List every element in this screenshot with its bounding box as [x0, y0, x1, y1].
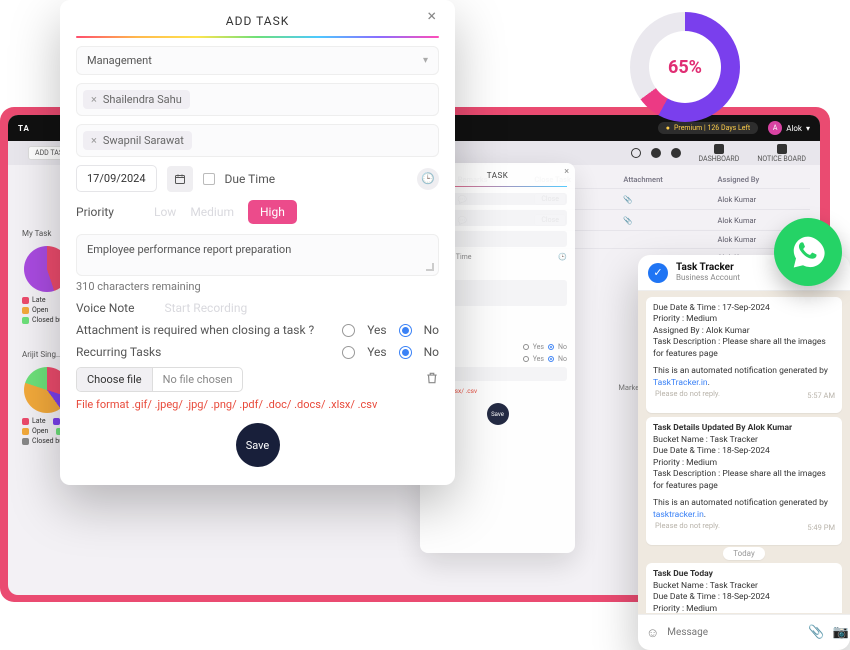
divider-rainbow	[76, 36, 439, 38]
remove-chip-icon[interactable]: ×	[91, 134, 97, 147]
category-select[interactable]: Management ▾	[76, 46, 439, 75]
briefcase-icon	[777, 144, 787, 154]
attach-no-radio[interactable]	[399, 324, 412, 337]
chevron-down-icon: ▾	[423, 55, 428, 66]
wa-contact-name: Task Tracker	[676, 263, 740, 273]
user-menu[interactable]: A Alok ▾	[768, 121, 810, 135]
due-time-label: Due Time	[225, 172, 276, 186]
close-icon[interactable]: ×	[564, 167, 569, 177]
close-icon[interactable]: ×	[427, 6, 437, 25]
grid-icon	[714, 144, 724, 154]
verified-badge-icon: ✓	[648, 263, 668, 283]
modal-title: ADD TASK ×	[76, 10, 439, 36]
user-name: Alok	[786, 124, 802, 133]
chevron-down-icon: ▾	[806, 124, 810, 133]
whatsapp-logo-icon	[774, 218, 842, 286]
assignee-chip[interactable]: ×Shailendra Sahu	[83, 90, 190, 109]
video-icon[interactable]	[671, 148, 681, 158]
camera-icon[interactable]: 📷	[832, 625, 848, 640]
clock-icon[interactable]: 🕒	[417, 168, 439, 190]
date-input[interactable]: 17/09/2024	[76, 165, 157, 192]
wa-message: Task Due Today Bucket Name : Task Tracke…	[646, 563, 842, 613]
priority-high[interactable]: High	[248, 200, 297, 224]
description-textarea[interactable]: Employee performance report preparation	[76, 234, 439, 276]
tab-dashboard[interactable]: DASHBOARD	[699, 144, 740, 163]
calendar-icon[interactable]	[167, 166, 193, 192]
voice-record-button[interactable]: Start Recording	[164, 301, 247, 315]
file-name-label: No file chosen	[153, 368, 243, 391]
wa-date-separator: Today	[646, 549, 842, 559]
eye-icon[interactable]	[631, 148, 641, 158]
premium-pill[interactable]: ●Premium | 126 Days Left	[658, 122, 758, 134]
priority-medium[interactable]: Medium	[190, 201, 234, 223]
attach-icon[interactable]: 📎	[617, 189, 711, 210]
toolbar-icons	[631, 148, 681, 158]
gauge-value: 65%	[649, 31, 721, 103]
save-button[interactable]: Save	[236, 423, 280, 467]
tab-notice-board[interactable]: NOTICE BOARD	[757, 144, 806, 163]
avatar: A	[768, 121, 782, 135]
whatsapp-panel: ✓ Task Tracker Business Account Due Date…	[638, 255, 850, 650]
bell-icon[interactable]	[651, 148, 661, 158]
file-input[interactable]: Choose file No file chosen	[76, 367, 243, 392]
whatsapp-messages[interactable]: Due Date & Time : 17-Sep-2024 Priority :…	[638, 291, 850, 613]
wa-message-input[interactable]	[667, 627, 800, 638]
wa-contact-subtitle: Business Account	[676, 273, 740, 282]
assignee-chip[interactable]: ×Swapnil Sarawat	[83, 131, 192, 150]
trash-icon[interactable]	[425, 371, 439, 389]
progress-gauge: 65%	[630, 12, 740, 122]
attach-yes-radio[interactable]	[342, 324, 355, 337]
voice-note-label: Voice Note	[76, 301, 134, 315]
remove-chip-icon[interactable]: ×	[91, 93, 97, 106]
choose-file-button[interactable]: Choose file	[77, 368, 153, 391]
attachment-required-label: Attachment is required when closing a ta…	[76, 323, 330, 337]
priority-group: Priority Low Medium High	[76, 200, 439, 224]
recurring-yes-radio[interactable]	[342, 346, 355, 359]
priority-low[interactable]: Low	[154, 201, 176, 223]
emoji-icon[interactable]: ☺	[646, 625, 659, 641]
resize-handle-icon[interactable]	[426, 263, 434, 271]
priority-label: Priority	[76, 205, 114, 219]
app-logo: TA	[18, 124, 30, 133]
char-counter: 310 characters remaining	[76, 280, 439, 293]
modal-add-task: ADD TASK × Management ▾ ×Shailendra Sahu…	[60, 0, 455, 485]
wa-message: Task Details Updated By Alok Kumar Bucke…	[646, 417, 842, 545]
wa-message: Due Date & Time : 17-Sep-2024 Priority :…	[646, 297, 842, 413]
save-button-ghost[interactable]: Save	[487, 403, 509, 425]
recurring-label: Recurring Tasks	[76, 345, 330, 359]
recurring-no-radio[interactable]	[399, 346, 412, 359]
due-time-checkbox[interactable]	[203, 173, 215, 185]
assignee-field-2[interactable]: ×Swapnil Sarawat	[76, 124, 439, 157]
col-by[interactable]: Assigned By	[712, 171, 810, 189]
col-attach[interactable]: Attachment	[617, 171, 711, 189]
whatsapp-composer: ☺ 📎 📷 🎤	[638, 614, 850, 650]
assignee-field-1[interactable]: ×Shailendra Sahu	[76, 83, 439, 116]
file-format-hint: File format .gif/ .jpeg/ .jpg/ .png/ .pd…	[76, 398, 439, 411]
attach-icon[interactable]: 📎	[808, 625, 824, 640]
